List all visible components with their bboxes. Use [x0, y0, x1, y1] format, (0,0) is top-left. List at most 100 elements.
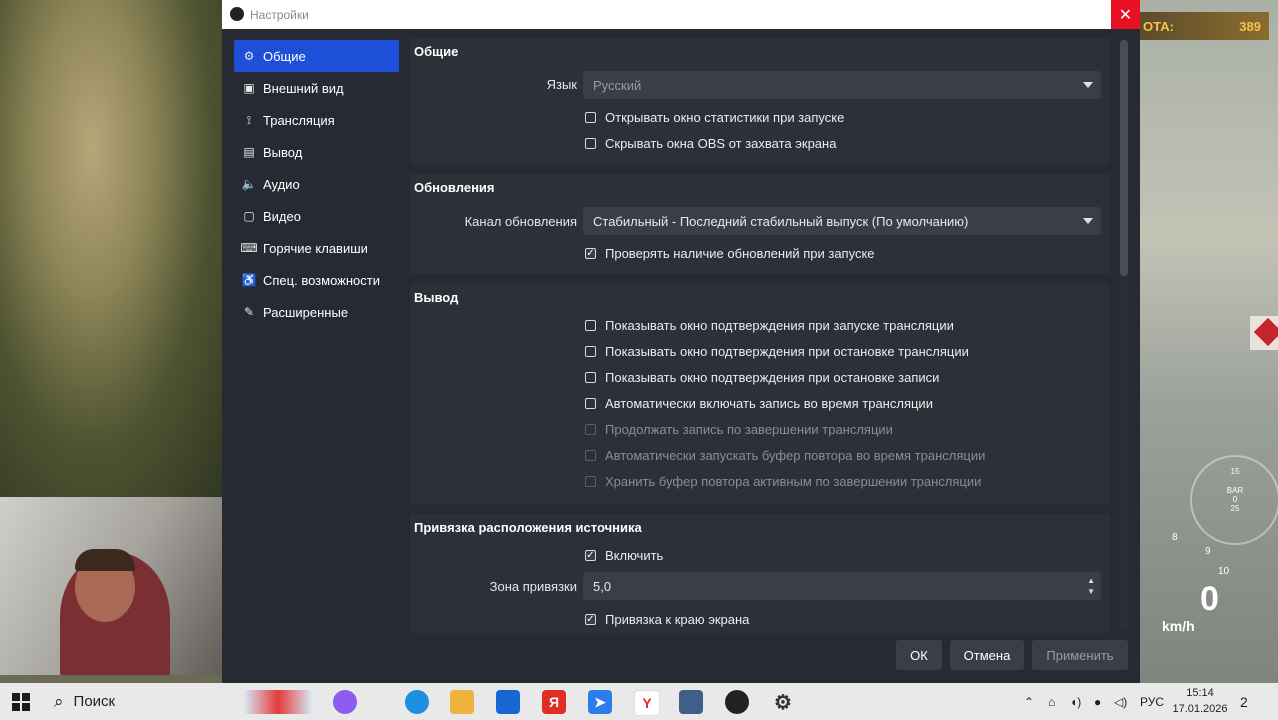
snap-zone-label: Зона привязки: [489, 579, 577, 594]
settings-content[interactable]: Общие Язык Русский Открывать окно статис…: [410, 38, 1110, 633]
language-indicator[interactable]: РУС: [1140, 683, 1164, 720]
content-scrollbar[interactable]: [1120, 40, 1128, 630]
group-updates: Обновления Канал обновления Стабильный -…: [410, 174, 1110, 274]
sidebar-item-advanced[interactable]: ✎ Расширенные: [234, 296, 399, 328]
hud-value: 389: [1239, 18, 1261, 34]
cancel-button[interactable]: Отмена: [950, 640, 1024, 670]
title-bar[interactable]: Настройки ✕: [222, 0, 1140, 29]
snap-zone-spinbox[interactable]: 5,0 ▲ ▼: [583, 572, 1101, 600]
settings-gear-icon[interactable]: ⚙: [771, 690, 795, 714]
apply-button[interactable]: Применить: [1032, 640, 1128, 670]
game-background-left: [0, 0, 230, 497]
checkbox-icon: [585, 371, 596, 383]
group-title: Обновления: [414, 180, 495, 195]
checkbox-icon: [585, 449, 596, 461]
auto-record-checkbox[interactable]: Автоматически включать запись во время т…: [585, 393, 933, 413]
chevron-down-icon: [1083, 218, 1093, 224]
open-stats-checkbox[interactable]: Открывать окно статистики при запуске: [585, 107, 844, 127]
checkbox-label: Показывать окно подтверждения при остано…: [605, 343, 969, 359]
checkbox-icon: [585, 345, 596, 357]
sidebar-item-label: Вывод: [263, 144, 303, 160]
checkbox-icon: [585, 397, 596, 409]
settings-sidebar: ⚙ Общие ▣ Внешний вид ⟟ Трансляция ▤ Выв…: [234, 40, 399, 328]
wrench-icon: ✎: [243, 305, 255, 319]
windows-start-icon[interactable]: [12, 693, 30, 711]
game-icon[interactable]: [679, 690, 703, 714]
sidebar-item-label: Видео: [263, 208, 301, 224]
settings-dialog: Настройки ✕ ⚙ Общие ▣ Внешний вид ⟟ Тран…: [222, 0, 1140, 683]
notification-icon[interactable]: 2: [1240, 683, 1248, 720]
confirm-stop-stream-checkbox[interactable]: Показывать окно подтверждения при остано…: [585, 341, 969, 361]
notification-count: 2: [1240, 693, 1248, 710]
window-title: Настройки: [250, 8, 309, 22]
sidebar-item-hotkeys[interactable]: ⌨ Горячие клавиши: [234, 232, 399, 264]
tray-chevron-icon[interactable]: ⌃: [1024, 683, 1034, 720]
checkmark-icon: ✓: [585, 613, 596, 625]
road-sign: [1250, 316, 1278, 350]
ok-button[interactable]: ОК: [896, 640, 942, 670]
language-value: Русский: [593, 77, 642, 93]
output-icon: ▤: [243, 145, 255, 159]
checkbox-label: Хранить буфер повтора активным по заверш…: [605, 473, 982, 489]
store-icon[interactable]: [496, 690, 520, 714]
confirm-stop-record-checkbox[interactable]: Показывать окно подтверждения при остано…: [585, 367, 939, 387]
assistant-icon[interactable]: [333, 690, 357, 714]
webcam-person-hair: [75, 549, 135, 571]
checkbox-icon: [585, 475, 596, 487]
language-select[interactable]: Русский: [583, 71, 1101, 99]
clock[interactable]: 15:14 17.01.2026: [1170, 685, 1230, 717]
gauge-tick: 15: [1230, 467, 1240, 476]
speaker-tray-icon[interactable]: ◁): [1114, 683, 1127, 720]
sidebar-item-output[interactable]: ▤ Вывод: [234, 136, 399, 168]
obs-icon[interactable]: [725, 690, 749, 714]
speed-tick: 9: [1205, 546, 1211, 557]
check-updates-checkbox[interactable]: ✓ Проверять наличие обновлений при запус…: [585, 243, 875, 263]
snapping-enable-checkbox[interactable]: ✓ Включить: [585, 545, 663, 565]
hide-obs-checkbox[interactable]: Скрывать окна OBS от захвата экрана: [585, 133, 836, 153]
yandex-browser-icon[interactable]: Y: [634, 690, 660, 716]
sidebar-item-accessibility[interactable]: ♿ Спец. возможности: [234, 264, 399, 296]
edge-browser-icon[interactable]: [405, 690, 429, 714]
sidebar-item-label: Горячие клавиши: [263, 240, 368, 256]
monitor-icon: ▢: [243, 209, 255, 223]
checkbox-label: Автоматически запускать буфер повтора во…: [605, 447, 986, 463]
sidebar-item-appearance[interactable]: ▣ Внешний вид: [234, 72, 399, 104]
widget-image-icon[interactable]: [244, 690, 312, 714]
snap-screen-edge-checkbox[interactable]: ✓ Привязка к краю экрана: [585, 609, 749, 629]
send-app-icon[interactable]: ➤: [588, 690, 612, 714]
group-title: Привязка расположения источника: [414, 520, 642, 535]
chevron-down-icon: [1083, 82, 1093, 88]
gauge-tick: 25: [1230, 504, 1240, 513]
scrollbar-thumb[interactable]: [1120, 40, 1128, 276]
sidebar-item-label: Спец. возможности: [263, 272, 380, 288]
confirm-start-stream-checkbox[interactable]: Показывать окно подтверждения при запуск…: [585, 315, 954, 335]
clock-time: 15:14: [1186, 687, 1214, 699]
search-icon: ⌕: [54, 691, 64, 711]
gear-icon: ⚙: [243, 49, 255, 63]
sidebar-item-video[interactable]: ▢ Видео: [234, 200, 399, 232]
spin-arrows-icon[interactable]: ▲ ▼: [1087, 575, 1095, 597]
close-button[interactable]: ✕: [1111, 0, 1140, 29]
network-icon[interactable]: ⌂: [1048, 683, 1055, 720]
group-snapping: Привязка расположения источника ✓ Включи…: [410, 514, 1110, 633]
taskbar: ⌕ Поиск Я ➤ Y ⚙ ⌃ ⌂ ◖) ● ◁) РУС 15:14 17…: [0, 683, 1278, 720]
keep-recording-checkbox: Продолжать запись по завершении трансляц…: [585, 419, 893, 439]
sidebar-item-stream[interactable]: ⟟ Трансляция: [234, 104, 399, 136]
checkbox-icon: [585, 137, 596, 149]
sidebar-item-audio[interactable]: 🔈 Аудио: [234, 168, 399, 200]
taskbar-search[interactable]: ⌕ Поиск: [48, 685, 238, 718]
language-label: Язык: [546, 77, 577, 92]
checkbox-label: Открывать окно статистики при запуске: [605, 109, 845, 125]
checkmark-icon: ✓: [585, 549, 596, 561]
folder-icon[interactable]: [450, 690, 474, 714]
checkbox-label: Скрывать окна OBS от захвата экрана: [605, 135, 837, 151]
checkbox-label: Показывать окно подтверждения при запуск…: [605, 317, 954, 333]
group-general: Общие Язык Русский Открывать окно статис…: [410, 38, 1110, 164]
keyboard-icon: ⌨: [240, 241, 258, 255]
volume-icon[interactable]: ◖): [1070, 683, 1081, 720]
update-channel-select[interactable]: Стабильный - Последний стабильный выпуск…: [583, 207, 1101, 235]
sidebar-item-general[interactable]: ⚙ Общие: [234, 40, 399, 72]
speed-unit: km/h: [1162, 618, 1195, 634]
yandex-icon[interactable]: Я: [542, 690, 566, 714]
microphone-icon[interactable]: ●: [1094, 683, 1101, 720]
